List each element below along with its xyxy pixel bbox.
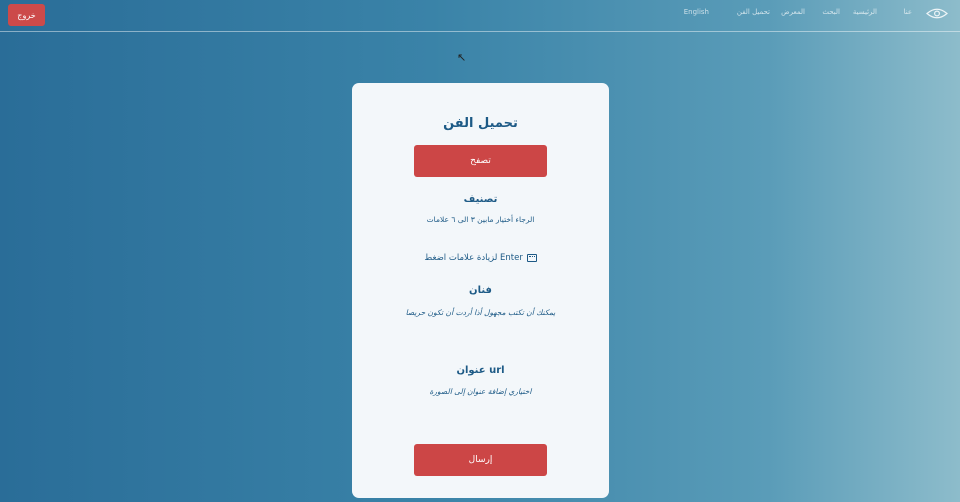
top-navbar: خروج English تحميل الفن المعرض البحث الر… — [0, 0, 960, 32]
nav-about-link[interactable]: عنا — [904, 8, 912, 16]
nav-home-link[interactable]: الرئيسية — [853, 8, 877, 16]
exit-button[interactable]: خروج — [8, 4, 45, 26]
url-title: عنوان url — [456, 365, 505, 376]
artist-title: فنان — [469, 285, 492, 296]
nav-gallery-link[interactable]: المعرض — [781, 8, 805, 16]
url-hint: اختياري إضافة عنوان إلى الصورة — [429, 387, 532, 396]
nav-upload-art-link[interactable]: تحميل الفن — [737, 8, 770, 16]
card-title: تحميل الفن — [443, 116, 518, 131]
artist-input[interactable] — [414, 323, 547, 337]
category-hint: الرجاء أختيار مابين ٣ الى ٦ علامات — [426, 215, 535, 224]
keyboard-icon — [526, 253, 537, 262]
enter-hint-line: لزيادة علامات اضغط Enter — [352, 253, 609, 263]
category-tags-input[interactable] — [414, 229, 547, 243]
artist-hint: يمكنك أن تكتب مجهول أذا أردت أن تكون حري… — [405, 308, 556, 317]
nav-links: English تحميل الفن المعرض البحث الرئيسية… — [660, 0, 960, 28]
browse-button[interactable]: تصفح — [414, 145, 547, 177]
url-input[interactable] — [414, 403, 547, 417]
category-title: تصنيف — [463, 194, 498, 205]
nav-search-link[interactable]: البحث — [822, 8, 840, 16]
enter-key-label: Enter — [500, 253, 523, 263]
eye-logo-icon[interactable] — [926, 7, 948, 20]
submit-button[interactable]: إرسال — [414, 444, 547, 476]
nav-english-link[interactable]: English — [684, 8, 709, 16]
upload-art-card: تحميل الفن تصفح تصنيف الرجاء أختيار مابي… — [352, 83, 609, 498]
mouse-cursor-icon: ↖ — [457, 51, 467, 64]
enter-hint-text: لزيادة علامات اضغط — [424, 253, 498, 263]
